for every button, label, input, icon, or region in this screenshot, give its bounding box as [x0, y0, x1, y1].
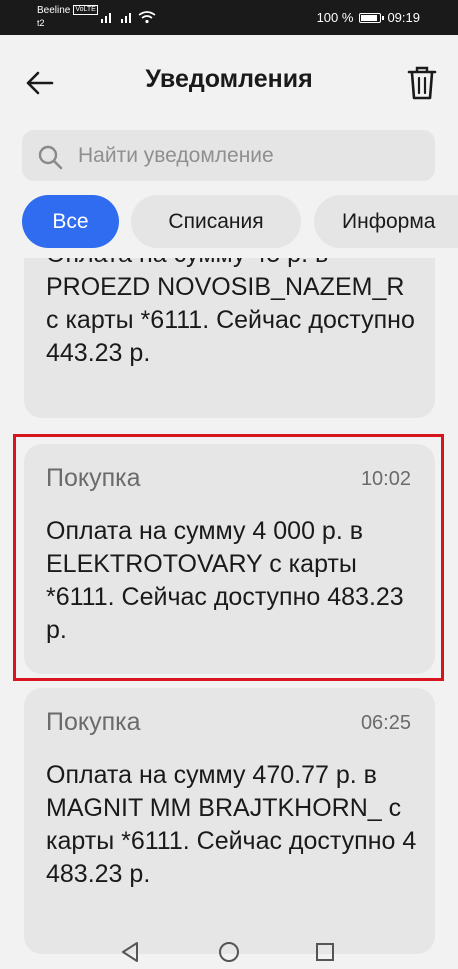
app-header: Уведомления	[0, 35, 458, 130]
page-title: Уведомления	[145, 65, 313, 93]
volte-badge: VoLTE	[73, 5, 98, 16]
notification-time: 06:25	[360, 712, 411, 734]
battery-icon	[359, 12, 385, 23]
battery-fill	[361, 14, 378, 21]
notification-card[interactable]: Покупка 06:25 Оплата на сумму 470.77 р. …	[24, 688, 435, 954]
chip-info[interactable]: Информа	[314, 195, 458, 248]
signal-wifi-icon	[101, 11, 156, 24]
search-icon	[38, 145, 63, 170]
battery-percent: 100 %	[316, 10, 354, 25]
selection-highlight	[13, 434, 444, 681]
system-nav-bar	[0, 935, 458, 969]
search-bar[interactable]	[22, 130, 435, 181]
carrier-info: Beeline VoLTE t2	[37, 5, 98, 29]
chip-all[interactable]: Все	[22, 195, 119, 248]
chip-debits[interactable]: Списания	[131, 195, 301, 248]
carrier-name: Beeline	[37, 5, 71, 16]
notification-card[interactable]: Оплата на сумму 45 р. в PROEZD NOVOSIB_N…	[24, 258, 435, 418]
status-bar: Beeline VoLTE t2 100 % 09:19	[0, 0, 458, 35]
status-right: 100 % 09:19	[317, 10, 420, 25]
notification-body: Оплата на сумму 470.77 р. в MAGNIT MM BR…	[46, 761, 417, 888]
nav-home-icon[interactable]	[214, 939, 244, 965]
nav-back-icon[interactable]	[115, 939, 145, 965]
trash-icon[interactable]	[400, 61, 444, 105]
notification-body: Оплата на сумму 45 р. в PROEZD NOVOSIB_N…	[46, 258, 415, 367]
search-input[interactable]	[78, 130, 418, 181]
filter-chips: Все Списания Информа	[22, 195, 458, 250]
clock: 09:19	[387, 10, 420, 25]
carrier2-name: t2	[37, 18, 45, 28]
notification-type: Покупка	[46, 708, 141, 736]
nav-recents-icon[interactable]	[310, 939, 340, 965]
